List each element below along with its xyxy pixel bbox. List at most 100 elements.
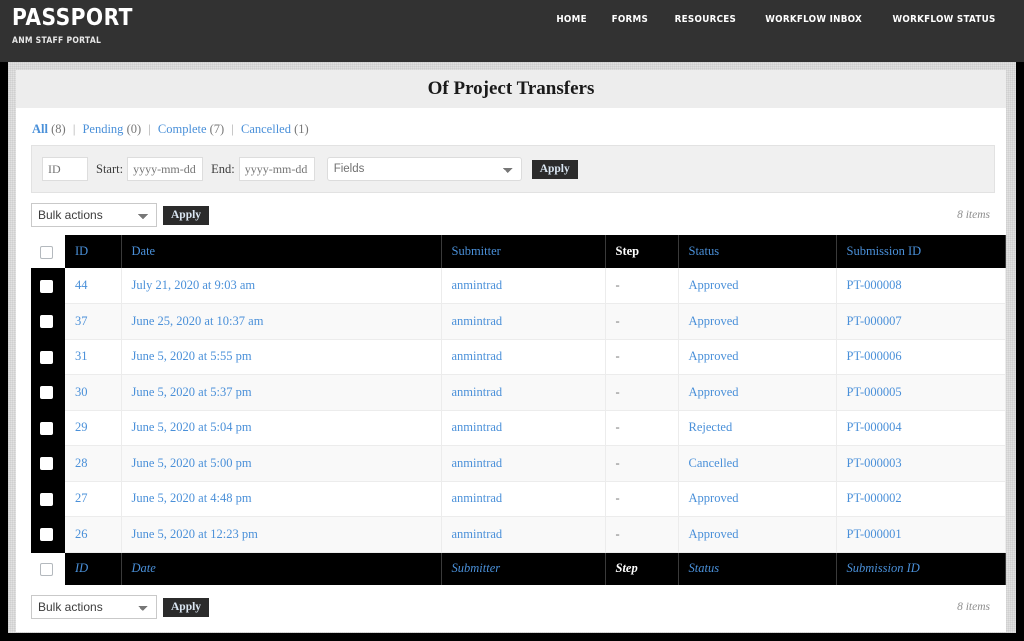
link-status[interactable]: Approved xyxy=(689,527,739,541)
column-header-submitter[interactable]: Submitter xyxy=(441,235,606,268)
link-date[interactable]: June 5, 2020 at 5:04 pm xyxy=(132,420,252,434)
row-checkbox[interactable] xyxy=(40,492,53,506)
column-footer-date[interactable]: Date xyxy=(121,552,442,585)
link-date[interactable]: June 5, 2020 at 12:23 pm xyxy=(132,527,258,541)
link-submitter[interactable]: anmintrad xyxy=(452,349,503,363)
link-submission-id[interactable]: PT-000008 xyxy=(847,278,902,292)
select-all-checkbox[interactable] xyxy=(40,245,53,259)
link-submitter[interactable]: anmintrad xyxy=(452,527,503,541)
brand[interactable]: PASSPORT ANM STAFF PORTAL xyxy=(0,0,149,46)
bulk-actions-select-top[interactable]: Bulk actions xyxy=(31,203,157,227)
cell-step: - xyxy=(605,481,679,517)
table-row: 27 June 5, 2020 at 4:48 pm anmintrad - A… xyxy=(31,481,1006,517)
link-submission-id[interactable]: PT-000005 xyxy=(847,385,902,399)
row-checkbox[interactable] xyxy=(40,386,53,400)
column-header-id[interactable]: ID xyxy=(65,235,122,268)
link-status[interactable]: Approved xyxy=(689,278,739,292)
nav-home[interactable]: HOME xyxy=(556,14,587,25)
start-date-input[interactable] xyxy=(127,157,204,181)
link-id[interactable]: 29 xyxy=(75,420,88,434)
link-submitter[interactable]: anmintrad xyxy=(452,278,503,292)
filter-link-all[interactable]: All xyxy=(32,122,48,136)
link-submission-id[interactable]: PT-000007 xyxy=(847,314,902,328)
row-checkbox[interactable] xyxy=(40,457,53,471)
id-filter-input[interactable] xyxy=(42,157,88,181)
filter-link-pending[interactable]: Pending xyxy=(82,122,123,136)
filter-separator: | xyxy=(148,122,151,136)
select-all-checkbox-footer[interactable] xyxy=(40,562,53,576)
nav-workflow-status[interactable]: WORKFLOW STATUS xyxy=(892,14,995,25)
link-id[interactable]: 30 xyxy=(75,385,88,399)
link-date[interactable]: June 5, 2020 at 4:48 pm xyxy=(132,491,252,505)
filter-apply-button[interactable]: Apply xyxy=(531,159,578,179)
row-select-cell xyxy=(31,303,65,340)
cell-step: - xyxy=(605,339,679,375)
link-status[interactable]: Approved xyxy=(689,491,739,505)
column-header-submission-id[interactable]: Submission ID xyxy=(836,235,1006,268)
link-date[interactable]: June 25, 2020 at 10:37 am xyxy=(132,314,264,328)
link-id[interactable]: 31 xyxy=(75,349,88,363)
bulk-actions-select-bottom[interactable]: Bulk actions xyxy=(31,595,157,619)
row-checkbox[interactable] xyxy=(40,421,53,435)
cell-step: - xyxy=(605,268,679,304)
nav-workflow-inbox[interactable]: WORKFLOW INBOX xyxy=(765,14,862,25)
link-submitter[interactable]: anmintrad xyxy=(452,385,503,399)
row-select-cell xyxy=(31,410,65,446)
link-submission-id[interactable]: PT-000003 xyxy=(847,456,902,470)
end-date-label: End: xyxy=(211,161,235,176)
link-submitter[interactable]: anmintrad xyxy=(452,314,503,328)
cell-submitter: anmintrad xyxy=(441,339,606,375)
link-status[interactable]: Approved xyxy=(689,385,739,399)
link-id[interactable]: 26 xyxy=(75,527,88,541)
nav-resources[interactable]: RESOURCES xyxy=(675,14,736,25)
link-submission-id[interactable]: PT-000006 xyxy=(847,349,902,363)
cell-step: - xyxy=(605,445,679,482)
nav-forms[interactable]: FORMS xyxy=(612,14,649,25)
column-footer-id[interactable]: ID xyxy=(65,552,122,585)
link-submitter[interactable]: anmintrad xyxy=(452,456,503,470)
link-status[interactable]: Rejected xyxy=(689,420,733,434)
link-submitter[interactable]: anmintrad xyxy=(452,420,503,434)
cell-submission-id: PT-000007 xyxy=(836,303,1006,340)
link-date[interactable]: July 21, 2020 at 9:03 am xyxy=(132,278,256,292)
link-date[interactable]: June 5, 2020 at 5:00 pm xyxy=(132,456,252,470)
link-submitter[interactable]: anmintrad xyxy=(452,491,503,505)
link-status[interactable]: Approved xyxy=(689,349,739,363)
link-id[interactable]: 37 xyxy=(75,314,88,328)
cell-submission-id: PT-000001 xyxy=(836,516,1006,553)
row-checkbox[interactable] xyxy=(40,350,53,364)
column-footer-submission-id[interactable]: Submission ID xyxy=(836,552,1006,585)
link-status[interactable]: Cancelled xyxy=(689,456,739,470)
row-checkbox[interactable] xyxy=(40,528,53,542)
column-footer-status[interactable]: Status xyxy=(678,552,837,585)
link-id[interactable]: 27 xyxy=(75,491,88,505)
link-id[interactable]: 28 xyxy=(75,456,88,470)
bulk-apply-button-top[interactable]: Apply xyxy=(163,205,210,225)
cell-id: 31 xyxy=(65,339,122,375)
cell-submitter: anmintrad xyxy=(441,303,606,340)
link-date[interactable]: June 5, 2020 at 5:55 pm xyxy=(132,349,252,363)
table-row: 29 June 5, 2020 at 5:04 pm anmintrad - R… xyxy=(31,410,1006,446)
column-header-status[interactable]: Status xyxy=(678,235,837,268)
link-submission-id[interactable]: PT-000002 xyxy=(847,491,902,505)
end-date-input[interactable] xyxy=(238,157,315,181)
filter-count-complete: (7) xyxy=(209,122,225,136)
cell-date: July 21, 2020 at 9:03 am xyxy=(121,268,442,304)
link-status[interactable]: Approved xyxy=(689,314,739,328)
link-submission-id[interactable]: PT-000001 xyxy=(847,527,902,541)
table-row: 37 June 25, 2020 at 10:37 am anmintrad -… xyxy=(31,303,1006,340)
link-id[interactable]: 44 xyxy=(75,278,88,292)
link-submission-id[interactable]: PT-000004 xyxy=(847,420,902,434)
cell-step: - xyxy=(605,374,679,411)
cell-submitter: anmintrad xyxy=(441,445,606,482)
filter-link-cancelled[interactable]: Cancelled xyxy=(241,122,291,136)
link-date[interactable]: June 5, 2020 at 5:37 pm xyxy=(132,385,252,399)
primary-nav: HOME FORMS RESOURCES WORKFLOW INBOX WORK… xyxy=(555,0,1024,25)
bulk-apply-button-bottom[interactable]: Apply xyxy=(163,597,210,617)
row-checkbox[interactable] xyxy=(40,315,53,329)
row-checkbox[interactable] xyxy=(40,279,53,293)
fields-select[interactable]: Fields xyxy=(326,157,522,181)
column-footer-submitter[interactable]: Submitter xyxy=(441,552,606,585)
column-header-date[interactable]: Date xyxy=(121,235,442,268)
filter-link-complete[interactable]: Complete xyxy=(158,122,207,136)
